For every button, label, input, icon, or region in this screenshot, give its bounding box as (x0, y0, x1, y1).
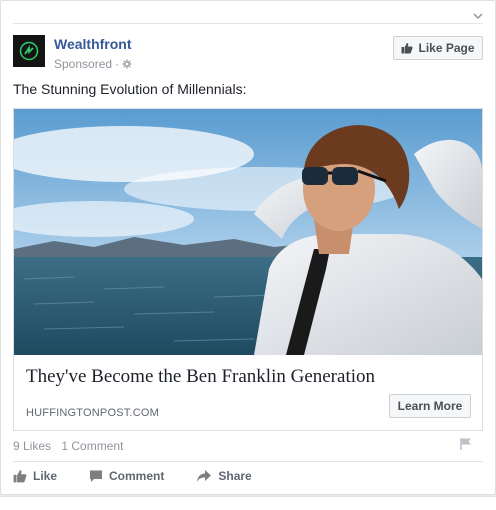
like-button[interactable]: Like (13, 469, 57, 483)
ad-domain: HUFFINGTONPOST.COM (26, 407, 159, 419)
post-action-bar: Like Comment Share (13, 469, 252, 483)
likes-count[interactable]: 9 Likes (13, 439, 51, 453)
comment-button[interactable]: Comment (89, 469, 164, 483)
sponsored-post-card: Wealthfront Sponsored · Like Page The St… (0, 0, 496, 495)
divider (13, 461, 483, 462)
post-text: The Stunning Evolution of Millennials: (13, 81, 247, 97)
ad-link-box[interactable]: They've Become the Ben Franklin Generati… (13, 108, 483, 431)
wealthfront-logo-icon[interactable] (13, 35, 45, 67)
like-page-label: Like Page (418, 41, 475, 55)
chevron-down-icon[interactable] (473, 11, 483, 21)
gear-icon[interactable] (122, 59, 132, 69)
share-label: Share (218, 469, 252, 483)
comment-icon (90, 470, 103, 482)
comment-label: Comment (109, 469, 165, 483)
like-label: Like (33, 469, 58, 483)
comments-count[interactable]: 1 Comment (61, 439, 123, 453)
flag-icon[interactable] (459, 437, 473, 451)
next-post-edge (0, 496, 496, 510)
sponsored-text: Sponsored (54, 57, 113, 71)
share-arrow-icon (197, 470, 212, 482)
like-page-button[interactable]: Like Page (393, 36, 483, 60)
share-button[interactable]: Share (196, 469, 252, 483)
engagement-stats: 9 Likes 1 Comment (13, 439, 130, 453)
ad-headline[interactable]: They've Become the Ben Franklin Generati… (26, 366, 375, 388)
divider (13, 23, 483, 24)
learn-more-button[interactable]: Learn More (389, 394, 471, 418)
sponsored-label: Sponsored · (54, 57, 132, 71)
separator-dot: · (115, 57, 120, 71)
thumbs-up-icon (13, 470, 27, 483)
page-name-link[interactable]: Wealthfront (54, 36, 132, 52)
thumbs-up-icon (401, 43, 414, 54)
ad-image[interactable] (14, 109, 482, 355)
